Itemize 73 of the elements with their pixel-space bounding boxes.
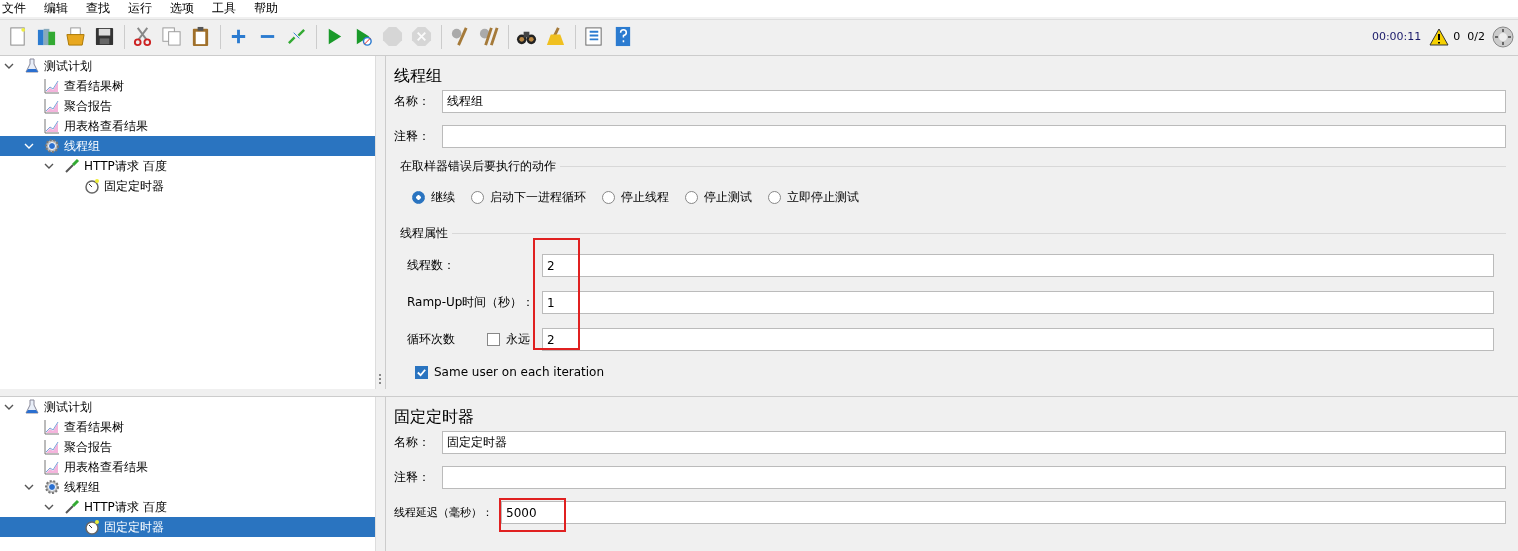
- radio-option[interactable]: 立即停止测试: [768, 188, 859, 206]
- radio-option[interactable]: 启动下一进程循环: [471, 188, 586, 206]
- graph-icon: [44, 419, 60, 435]
- tree-item[interactable]: HTTP请求 百度: [0, 156, 375, 176]
- menu-item[interactable]: 编辑: [42, 0, 74, 17]
- gear-icon: [44, 138, 60, 154]
- pipette-icon: [64, 158, 80, 174]
- flask-icon: [24, 58, 40, 74]
- menu-item[interactable]: 运行: [126, 0, 158, 17]
- graph-icon: [44, 118, 60, 134]
- tree-item[interactable]: 测试计划: [0, 397, 375, 417]
- comment-field[interactable]: [442, 466, 1506, 489]
- graph-icon: [44, 98, 60, 114]
- elapsed-time: 00:00:11: [1371, 30, 1422, 43]
- tree-item[interactable]: 查看结果树: [0, 417, 375, 437]
- same-user-checkbox[interactable]: Same user on each iteration: [415, 365, 1506, 379]
- tree-item[interactable]: 线程组: [0, 136, 375, 156]
- tree-item[interactable]: HTTP请求 百度: [0, 497, 375, 517]
- warning-icon[interactable]: [1429, 27, 1450, 46]
- menu-item[interactable]: 帮助: [252, 0, 284, 17]
- tree-item[interactable]: 线程组: [0, 477, 375, 497]
- menu-item[interactable]: 文件: [0, 0, 32, 17]
- tree-item[interactable]: 固定定时器: [0, 176, 375, 196]
- radio-option[interactable]: 继续: [412, 188, 455, 206]
- checkmark-icon: [416, 366, 427, 378]
- tree-item[interactable]: 测试计划: [0, 56, 375, 76]
- delay-field[interactable]: 5000: [501, 501, 1506, 524]
- graph-icon: [44, 78, 60, 94]
- panel-title: 线程组: [394, 66, 443, 87]
- field-label: 线程延迟（毫秒）：: [394, 505, 494, 520]
- ramp-up-field[interactable]: 1: [542, 291, 1494, 314]
- tree-item[interactable]: 用表格查看结果: [0, 116, 375, 136]
- name-field[interactable]: 线程组: [442, 90, 1506, 113]
- graph-icon: [44, 459, 60, 475]
- field-label: Ramp-Up时间（秒）：: [407, 294, 536, 311]
- stopwatch-icon: [84, 178, 100, 194]
- flask-icon: [24, 399, 40, 415]
- field-label: 注释：: [394, 469, 431, 486]
- radio-option[interactable]: 停止测试: [685, 188, 752, 206]
- menu-item[interactable]: 选项: [168, 0, 200, 17]
- field-label: 循环次数: [407, 331, 455, 348]
- tree-item[interactable]: 查看结果树: [0, 76, 375, 96]
- chevron-icon[interactable]: [4, 402, 14, 412]
- name-field[interactable]: 固定定时器: [442, 431, 1506, 454]
- section-title: 在取样器错误后要执行的动作: [400, 158, 556, 175]
- menu-item[interactable]: 查找: [84, 0, 116, 17]
- chevron-icon[interactable]: [44, 161, 54, 171]
- pipette-icon: [64, 499, 80, 515]
- forever-checkbox[interactable]: 永远: [487, 331, 530, 348]
- panel-title: 固定定时器: [394, 407, 475, 428]
- chevron-icon[interactable]: [4, 61, 14, 71]
- graph-icon: [44, 439, 60, 455]
- thread-count: 0/2: [1467, 30, 1485, 43]
- thread-count-field[interactable]: 2: [542, 254, 1494, 277]
- loop-count-field[interactable]: 2: [542, 328, 1494, 351]
- field-label: 线程数：: [407, 257, 456, 274]
- section-title: 线程属性: [400, 225, 448, 242]
- field-label: 名称：: [394, 434, 431, 451]
- stopwatch-icon: [84, 519, 100, 535]
- radio-option[interactable]: 停止线程: [602, 188, 669, 206]
- tree-item[interactable]: 聚合报告: [0, 96, 375, 116]
- chevron-icon[interactable]: [24, 141, 34, 151]
- comment-field[interactable]: [442, 125, 1506, 148]
- tree-item[interactable]: 用表格查看结果: [0, 457, 375, 477]
- chevron-icon[interactable]: [24, 482, 34, 492]
- gear-icon: [44, 479, 60, 495]
- field-label: 名称：: [394, 93, 431, 110]
- chevron-icon[interactable]: [44, 502, 54, 512]
- tree-item[interactable]: 固定定时器: [0, 517, 375, 537]
- field-label: 注释：: [394, 128, 431, 145]
- warning-count: 0: [1453, 30, 1461, 43]
- menu-item[interactable]: 工具: [210, 0, 242, 17]
- tree-item[interactable]: 聚合报告: [0, 437, 375, 457]
